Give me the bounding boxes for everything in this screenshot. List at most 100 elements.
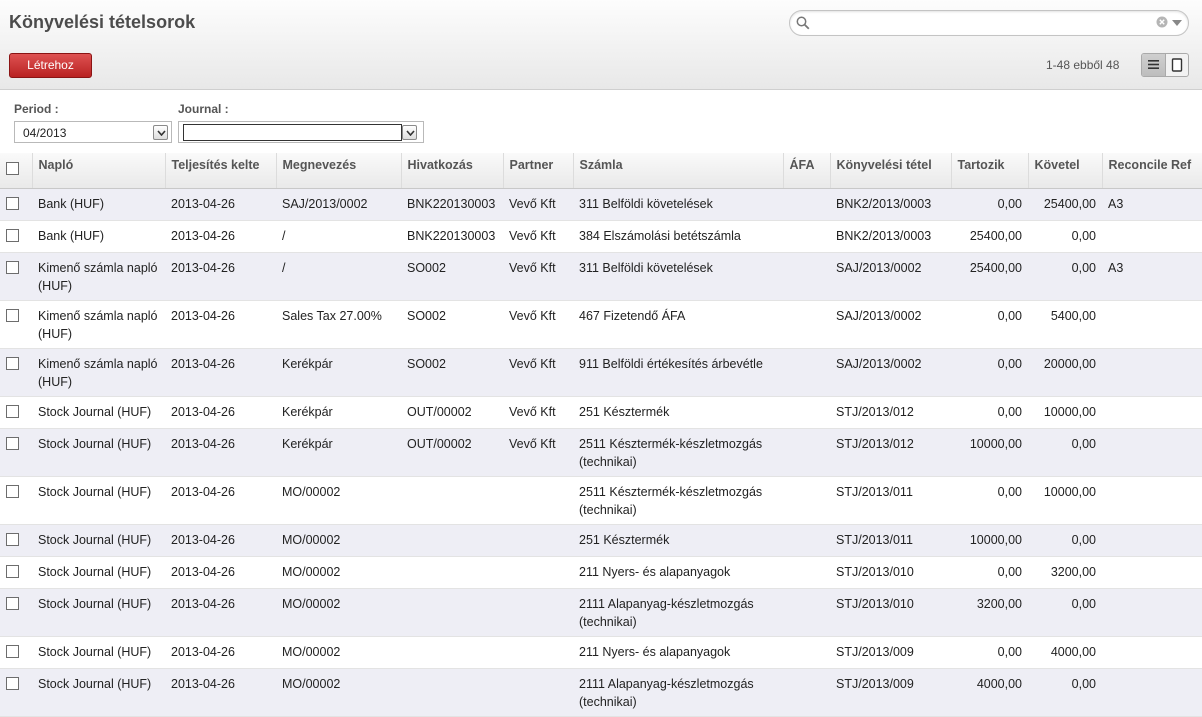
move-cell: STJ/2013/011 [830, 476, 951, 525]
list-view-button[interactable] [1142, 54, 1166, 76]
tax-cell [783, 428, 830, 477]
ref-cell: SO002 [401, 252, 503, 301]
table-row[interactable]: Stock Journal (HUF) 2013-04-26 MO/00002 211… [0, 668, 1202, 717]
table-header-row: Napló Teljesítés kelte Megnevezés Hivatk… [0, 153, 1202, 189]
tax-cell [783, 524, 830, 557]
journal-cell: Stock Journal (HUF) [32, 476, 165, 525]
table-row[interactable]: Bank (HUF) 2013-04-26 SAJ/2013/0002 BNK2201… [0, 188, 1202, 221]
create-button[interactable]: Létrehoz [9, 53, 92, 78]
table-row[interactable]: Stock Journal (HUF) 2013-04-26 MO/00002 251… [0, 524, 1202, 557]
debit-cell: 0,00 [951, 300, 1028, 349]
row-checkbox[interactable] [6, 532, 19, 546]
tax-cell [783, 668, 830, 717]
chevron-down-icon[interactable] [1172, 19, 1182, 27]
journal-cell: Stock Journal (HUF) [32, 396, 165, 429]
row-checkbox[interactable] [6, 676, 19, 690]
column-header-name[interactable]: Megnevezés [276, 153, 402, 189]
partner-cell: Vevő Kft [503, 300, 573, 349]
credit-cell: 0,00 [1028, 252, 1102, 301]
column-header-debit[interactable]: Tartozik [951, 153, 1029, 189]
column-header-reconcile[interactable]: Reconcile Ref [1102, 153, 1202, 189]
ref-cell [401, 476, 503, 525]
period-select[interactable]: 04/2013 [14, 121, 172, 143]
name-cell: MO/00002 [276, 556, 401, 589]
name-cell: MO/00002 [276, 636, 401, 669]
column-header-naplo[interactable]: Napló [32, 153, 166, 189]
chevron-down-icon[interactable] [153, 125, 168, 140]
column-header-account[interactable]: Számla [573, 153, 784, 189]
search-box[interactable] [789, 10, 1189, 36]
column-header-move[interactable]: Könyvelési tétel [830, 153, 952, 189]
search-input[interactable] [814, 14, 1154, 32]
account-cell: 911 Belföldi értékesítés árbevétle [573, 348, 783, 397]
row-select-cell [0, 524, 32, 557]
row-checkbox[interactable] [6, 596, 19, 610]
table-row[interactable]: Kimenő számla napló (HUF) 2013-04-26 Kerék… [0, 348, 1202, 397]
credit-cell: 10000,00 [1028, 396, 1102, 429]
ref-cell [401, 668, 503, 717]
ref-cell [401, 588, 503, 637]
table-row[interactable]: Stock Journal (HUF) 2013-04-26 MO/00002 211… [0, 556, 1202, 589]
name-cell: Kerékpár [276, 428, 401, 477]
form-view-icon [1171, 58, 1183, 72]
row-checkbox[interactable] [6, 356, 19, 370]
table-row[interactable]: Stock Journal (HUF) 2013-04-26 MO/00002 211… [0, 636, 1202, 669]
row-checkbox[interactable] [6, 436, 19, 450]
clear-icon[interactable] [1156, 16, 1168, 28]
journal-cell: Stock Journal (HUF) [32, 556, 165, 589]
move-cell: STJ/2013/010 [830, 556, 951, 589]
column-header-date[interactable]: Teljesítés kelte [165, 153, 277, 189]
row-checkbox[interactable] [6, 196, 19, 210]
credit-cell: 3200,00 [1028, 556, 1102, 589]
journal-cell: Stock Journal (HUF) [32, 588, 165, 637]
table-row[interactable]: Stock Journal (HUF) 2013-04-26 MO/00002 251… [0, 476, 1202, 525]
row-select-cell [0, 396, 32, 429]
column-header-partner[interactable]: Partner [503, 153, 574, 189]
row-checkbox[interactable] [6, 404, 19, 418]
select-all-checkbox[interactable] [6, 162, 19, 175]
table-row[interactable]: Kimenő számla napló (HUF) 2013-04-26 Sales… [0, 300, 1202, 349]
journal-cell: Stock Journal (HUF) [32, 636, 165, 669]
row-checkbox[interactable] [6, 308, 19, 322]
debit-cell: 0,00 [951, 476, 1028, 525]
journal-cell: Bank (HUF) [32, 188, 165, 221]
journal-cell: Stock Journal (HUF) [32, 668, 165, 717]
table-row[interactable]: Stock Journal (HUF) 2013-04-26 Kerékpár OUT… [0, 428, 1202, 477]
ref-cell: SO002 [401, 300, 503, 349]
row-select-cell [0, 588, 32, 637]
row-checkbox[interactable] [6, 484, 19, 498]
row-checkbox[interactable] [6, 644, 19, 658]
column-header-credit[interactable]: Követel [1028, 153, 1103, 189]
table-row[interactable]: Bank (HUF) 2013-04-26/BNK220130003 Vevő Kf… [0, 220, 1202, 253]
date-cell: 2013-04-26 [165, 668, 276, 717]
journal-focus-ring [183, 124, 402, 141]
debit-cell: 0,00 [951, 396, 1028, 429]
column-header-ref[interactable]: Hivatkozás [401, 153, 504, 189]
debit-cell: 25400,00 [951, 220, 1028, 253]
name-cell: MO/00002 [276, 524, 401, 557]
table-row[interactable]: Stock Journal (HUF) 2013-04-26 Kerékpár OUT… [0, 396, 1202, 429]
credit-cell: 0,00 [1028, 220, 1102, 253]
table-row[interactable]: Kimenő számla napló (HUF) 2013-04-26/SO00… [0, 252, 1202, 301]
row-checkbox[interactable] [6, 228, 19, 242]
row-select-cell [0, 476, 32, 525]
move-cell: STJ/2013/009 [830, 636, 951, 669]
journal-cell: Kimenő számla napló (HUF) [32, 252, 165, 301]
date-cell: 2013-04-26 [165, 588, 276, 637]
credit-cell: 20000,00 [1028, 348, 1102, 397]
row-checkbox[interactable] [6, 564, 19, 578]
chevron-down-icon[interactable] [402, 125, 417, 140]
partner-cell: Vevő Kft [503, 220, 573, 253]
date-cell: 2013-04-26 [165, 396, 276, 429]
date-cell: 2013-04-26 [165, 524, 276, 557]
table-row[interactable]: Stock Journal (HUF) 2013-04-26 MO/00002 211… [0, 588, 1202, 637]
column-header-tax[interactable]: ÁFA [783, 153, 831, 189]
ref-cell: SO002 [401, 348, 503, 397]
move-cell: SAJ/2013/0002 [830, 252, 951, 301]
form-view-button[interactable] [1166, 54, 1188, 76]
tax-cell [783, 220, 830, 253]
date-cell: 2013-04-26 [165, 428, 276, 477]
journal-select[interactable] [178, 121, 424, 143]
pager-value[interactable]: 1-48 ebből 48 [1046, 58, 1119, 72]
row-checkbox[interactable] [6, 260, 19, 274]
